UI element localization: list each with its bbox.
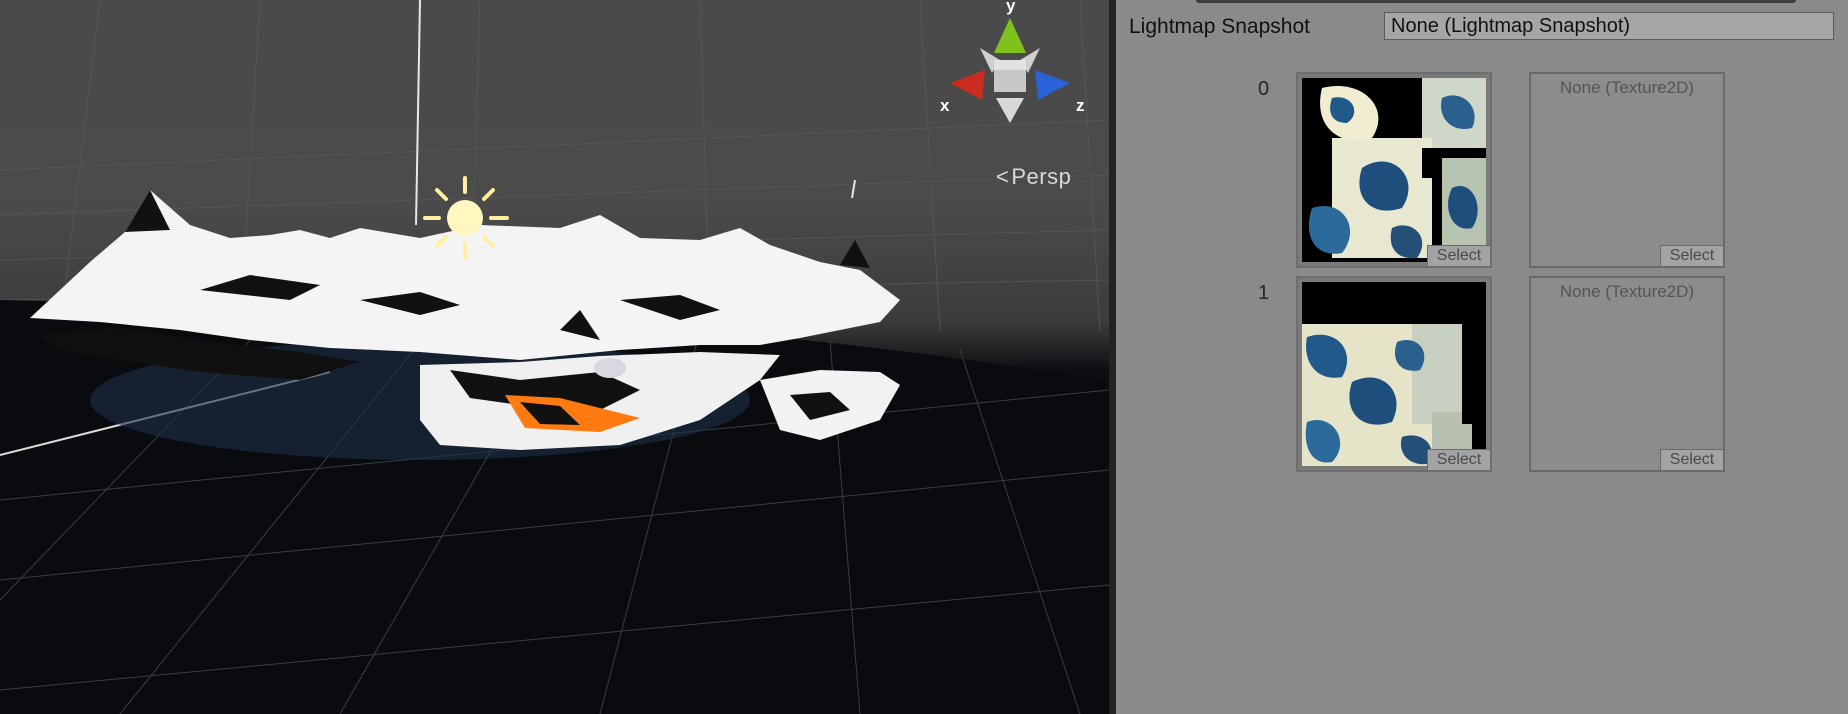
lightmap-snapshot-field[interactable]: None (Lightmap Snapshot) — [1384, 12, 1834, 40]
y-axis-cone[interactable] — [994, 18, 1026, 53]
chevron-left-icon: < — [996, 164, 1010, 189]
lightmap-far-thumbnail — [1302, 282, 1486, 466]
lightmap-far-slot[interactable]: Select — [1296, 276, 1492, 472]
select-button[interactable]: Select — [1660, 449, 1723, 470]
lightmap-far-thumbnail — [1302, 78, 1486, 262]
projection-mode-label: Persp — [1011, 164, 1072, 189]
lightmap-near-slot[interactable]: None (Texture2D) Select — [1529, 72, 1725, 268]
select-button[interactable]: Select — [1427, 449, 1490, 470]
orientation-gizmo[interactable] — [950, 18, 1070, 123]
lightmap-near-slot[interactable]: None (Texture2D) Select — [1529, 276, 1725, 472]
directional-light-icon[interactable] — [423, 176, 509, 260]
lighting-inspector-panel: Lightmap Snapshot None (Lightmap Snapsho… — [1116, 0, 1848, 714]
scene-view[interactable]: x y z <Persp — [0, 0, 1109, 714]
x-axis-cone[interactable] — [950, 70, 985, 100]
lightmap-index-label: 1 — [1258, 282, 1270, 304]
lightmap-snapshot-label: Lightmap Snapshot — [1129, 15, 1310, 38]
z-axis-cone[interactable] — [1035, 70, 1070, 100]
inspector-top-bar — [1196, 0, 1796, 3]
lightmap-far-slot[interactable]: Select — [1296, 72, 1492, 268]
light-gizmo-line — [415, 0, 421, 226]
empty-texture-label: None (Texture2D) — [1559, 282, 1695, 301]
gizmo-x-label: x — [940, 96, 950, 115]
select-button[interactable]: Select — [1427, 245, 1490, 266]
projection-toggle[interactable]: <Persp — [996, 164, 1071, 190]
lightmap-index-label: 0 — [1258, 78, 1270, 100]
panel-divider[interactable] — [1109, 0, 1116, 714]
gizmo-z-label: z — [1076, 96, 1085, 115]
gizmo-y-label: y — [1006, 0, 1016, 15]
empty-texture-label: None (Texture2D) — [1559, 78, 1695, 97]
select-button[interactable]: Select — [1660, 245, 1723, 266]
